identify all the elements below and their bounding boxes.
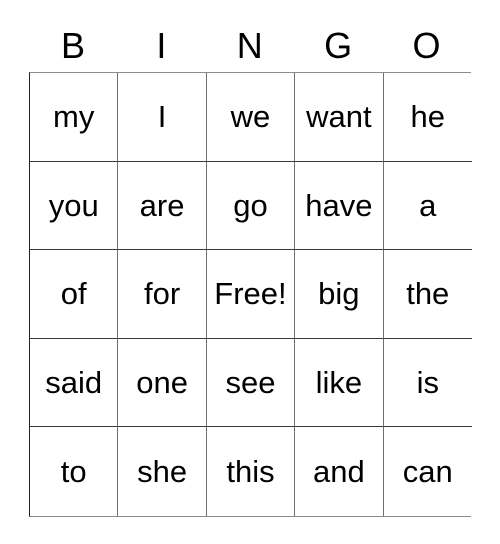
- bingo-cell-n5[interactable]: this: [206, 427, 296, 516]
- bingo-cell-label: a: [419, 187, 437, 223]
- bingo-grid: my I we want he you are go have a of for…: [29, 72, 472, 517]
- bingo-cell-label: go: [233, 187, 268, 223]
- bingo-cell-label: to: [60, 454, 87, 490]
- bingo-cell-label: one: [136, 365, 188, 401]
- bingo-cell-free-space[interactable]: Free!: [206, 250, 296, 339]
- bingo-cell-i1[interactable]: I: [118, 73, 207, 162]
- bingo-cell-b2[interactable]: you: [30, 161, 119, 251]
- bingo-card: B I N G O my I we want he you are go hav…: [29, 20, 472, 517]
- bingo-cell-o1[interactable]: he: [383, 73, 472, 162]
- bingo-cell-i3[interactable]: for: [118, 250, 207, 339]
- bingo-cell-label: like: [315, 365, 363, 401]
- bingo-cell-label: of: [60, 276, 87, 312]
- bingo-cell-label: big: [318, 276, 360, 312]
- bingo-row: of for Free! big the: [30, 250, 472, 339]
- header-letter-i: I: [156, 25, 167, 66]
- bingo-cell-label: she: [137, 454, 188, 490]
- free-space-label: Free!: [214, 276, 287, 312]
- bingo-cell-g1[interactable]: want: [295, 73, 384, 162]
- bingo-cell-label: for: [143, 276, 181, 312]
- bingo-cell-n2[interactable]: go: [206, 161, 296, 251]
- bingo-cell-label: are: [139, 187, 185, 223]
- bingo-cell-label: want: [306, 99, 372, 135]
- bingo-cell-o3[interactable]: the: [383, 250, 472, 339]
- header-letter-n: N: [236, 25, 264, 66]
- bingo-row: you are go have a: [30, 161, 472, 251]
- bingo-cell-b5[interactable]: to: [30, 427, 119, 516]
- bingo-cell-label: I: [157, 99, 167, 135]
- bingo-cell-o2[interactable]: a: [383, 161, 472, 251]
- header-letter-b: B: [60, 25, 86, 66]
- bingo-cell-label: said: [45, 365, 103, 401]
- bingo-row: my I we want he: [30, 73, 472, 162]
- bingo-header-row: B I N G O: [29, 20, 471, 72]
- bingo-cell-g3[interactable]: big: [295, 250, 384, 339]
- bingo-cell-label: have: [305, 187, 373, 223]
- bingo-cell-label: my: [53, 99, 95, 135]
- bingo-cell-n1[interactable]: we: [206, 73, 296, 162]
- bingo-cell-label: the: [406, 276, 450, 312]
- header-letter-g: G: [324, 25, 353, 66]
- bingo-cell-o4[interactable]: is: [383, 338, 472, 428]
- bingo-row: to she this and can: [30, 427, 472, 516]
- bingo-cell-label: we: [230, 99, 271, 135]
- bingo-cell-i4[interactable]: one: [118, 338, 207, 428]
- bingo-cell-label: can: [402, 454, 453, 490]
- bingo-cell-i2[interactable]: are: [118, 161, 207, 251]
- bingo-cell-b3[interactable]: of: [30, 250, 119, 339]
- bingo-cell-g5[interactable]: and: [295, 427, 384, 516]
- header-letter-o: O: [412, 25, 442, 66]
- bingo-cell-b4[interactable]: said: [30, 338, 119, 428]
- bingo-cell-n4[interactable]: see: [206, 338, 296, 428]
- bingo-cell-label: he: [410, 99, 445, 135]
- bingo-cell-g2[interactable]: have: [295, 161, 384, 251]
- bingo-cell-label: is: [416, 365, 439, 401]
- bingo-cell-label: and: [313, 454, 365, 490]
- bingo-cell-label: this: [226, 454, 275, 490]
- bingo-cell-o5[interactable]: can: [383, 427, 472, 516]
- bingo-row: said one see like is: [30, 338, 472, 428]
- bingo-cell-i5[interactable]: she: [118, 427, 207, 516]
- bingo-cell-b1[interactable]: my: [30, 73, 119, 162]
- bingo-cell-label: you: [48, 187, 99, 223]
- bingo-cell-label: see: [225, 365, 276, 401]
- bingo-cell-g4[interactable]: like: [295, 338, 384, 428]
